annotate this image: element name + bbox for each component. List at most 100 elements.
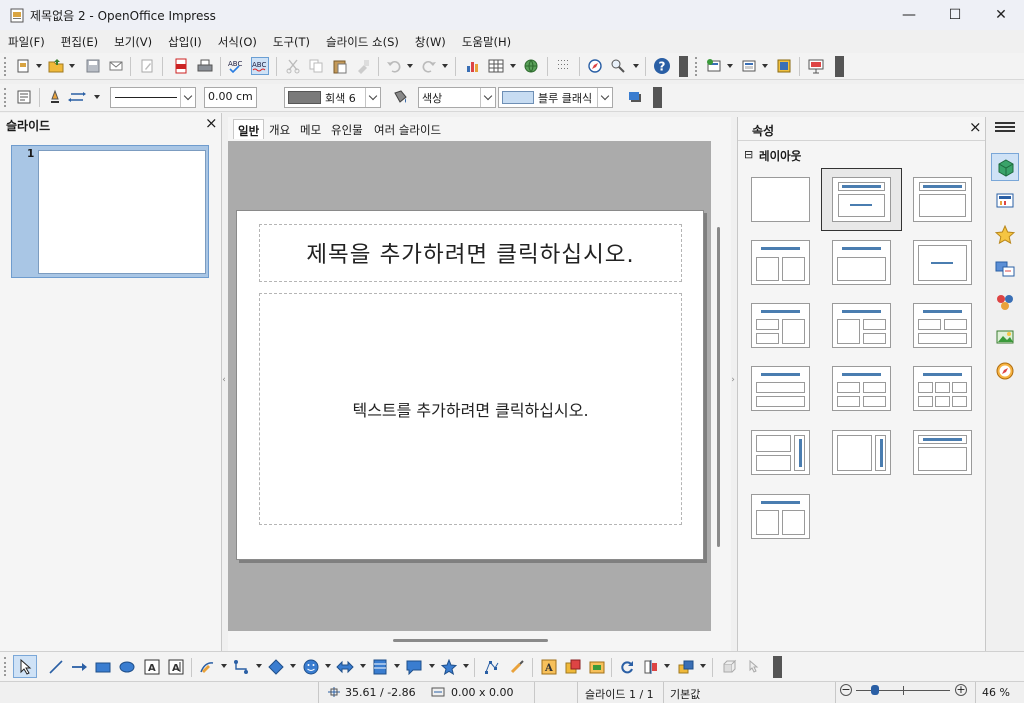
slide-transition-icon[interactable] xyxy=(995,259,1015,279)
gallery-icon[interactable] xyxy=(995,327,1015,347)
line-style-select[interactable] xyxy=(110,87,196,108)
layout-title-content[interactable] xyxy=(832,177,891,222)
layout-vertical-title-text[interactable] xyxy=(832,430,891,475)
layout-title-4-content[interactable] xyxy=(832,366,891,411)
undo-icon[interactable] xyxy=(385,57,403,75)
layout-title-2-content-over[interactable] xyxy=(913,303,972,348)
save-icon[interactable] xyxy=(84,57,102,75)
text-placeholder[interactable]: 텍스트를 추가하려면 클릭하십시오. xyxy=(259,293,682,525)
curve-icon[interactable] xyxy=(198,658,216,676)
menu-edit[interactable]: 편집(E) xyxy=(53,30,106,52)
navigator-icon[interactable] xyxy=(586,57,604,75)
rectangle-icon[interactable] xyxy=(94,658,112,676)
gallery-image-icon[interactable] xyxy=(588,658,606,676)
horizontal-scrollbar[interactable] xyxy=(393,639,548,642)
toolbar-overflow[interactable] xyxy=(835,56,844,77)
table-icon[interactable] xyxy=(487,57,505,75)
flowchart-icon[interactable] xyxy=(371,658,389,676)
menu-window[interactable]: 창(W) xyxy=(407,30,454,52)
menu-view[interactable]: 보기(V) xyxy=(106,30,160,52)
toolbar-grip[interactable] xyxy=(4,57,7,76)
area-style-select[interactable]: 색상 xyxy=(418,87,496,108)
chevron-down-icon[interactable] xyxy=(69,64,75,68)
menu-slideshow[interactable]: 슬라이드 쇼(S) xyxy=(318,30,407,52)
layout-centered-text[interactable] xyxy=(913,240,972,285)
line-icon[interactable] xyxy=(46,88,64,106)
line-width-field[interactable]: 0.00 cm xyxy=(204,87,257,108)
layout-blank[interactable] xyxy=(751,177,810,222)
callout-icon[interactable] xyxy=(405,658,423,676)
chevron-down-icon[interactable] xyxy=(510,64,516,68)
arrange-icon[interactable] xyxy=(677,658,695,676)
tab-slide-sorter[interactable]: 여러 슬라이드 xyxy=(370,119,445,139)
interaction-icon[interactable] xyxy=(744,658,762,676)
layout-title-vertical-text[interactable] xyxy=(913,430,972,475)
toolbar-overflow[interactable] xyxy=(653,87,662,108)
layout-title-2-content-alt[interactable] xyxy=(832,303,891,348)
grid-icon[interactable] xyxy=(555,57,573,75)
select-tool-button[interactable] xyxy=(13,655,37,678)
toolbar-grip[interactable] xyxy=(4,657,7,676)
styles-paint-icon[interactable] xyxy=(995,293,1015,313)
vertical-text-icon[interactable]: A xyxy=(167,658,185,676)
line-tool-icon[interactable] xyxy=(47,658,65,676)
globe-icon[interactable] xyxy=(522,57,540,75)
left-splitter-handle[interactable]: ‹ xyxy=(221,361,227,399)
layout-title-body[interactable] xyxy=(832,240,891,285)
chart-icon[interactable] xyxy=(464,57,482,75)
animation-star-icon[interactable] xyxy=(995,225,1015,245)
toolbar-grip[interactable] xyxy=(4,88,7,107)
master-page-name[interactable]: 기본값 xyxy=(670,686,700,702)
zoom-icon[interactable] xyxy=(609,57,627,75)
alignment-icon[interactable] xyxy=(642,658,660,676)
connector-icon[interactable] xyxy=(232,658,250,676)
layout-title-vertical-2-text[interactable] xyxy=(751,494,810,539)
chevron-down-icon[interactable] xyxy=(407,64,413,68)
slideshow-icon[interactable] xyxy=(807,57,825,75)
chevron-down-icon[interactable] xyxy=(325,664,331,668)
zoom-in-button[interactable]: + xyxy=(955,684,967,696)
chevron-down-icon[interactable] xyxy=(633,64,639,68)
properties-panel-close-button[interactable]: × xyxy=(969,118,982,136)
title-placeholder[interactable]: 제목을 추가하려면 클릭하십시오. xyxy=(259,224,682,282)
help-icon[interactable]: ? xyxy=(653,57,671,75)
rotate-icon[interactable] xyxy=(618,658,636,676)
chevron-down-icon[interactable] xyxy=(700,664,706,668)
slides-panel-close-button[interactable]: × xyxy=(205,114,218,132)
maximize-button[interactable]: ☐ xyxy=(932,0,978,30)
tab-handout[interactable]: 유인물 xyxy=(327,119,367,139)
master-slides-icon[interactable] xyxy=(995,191,1015,211)
spellcheck-icon[interactable]: ABC xyxy=(227,57,245,75)
slide-thumbnail-selection[interactable]: 1 xyxy=(11,145,209,278)
close-button[interactable]: ✕ xyxy=(978,0,1024,30)
autospellcheck-icon[interactable]: ABC xyxy=(251,57,269,75)
chevron-down-icon[interactable] xyxy=(480,88,495,107)
chevron-down-icon[interactable] xyxy=(221,664,227,668)
new-document-icon[interactable] xyxy=(14,57,32,75)
toolbar-overflow[interactable] xyxy=(773,656,782,678)
stars-icon[interactable] xyxy=(440,658,458,676)
styles-icon[interactable] xyxy=(15,88,33,106)
layout-title-2-content[interactable] xyxy=(751,240,810,285)
new-slide-icon[interactable] xyxy=(705,57,723,75)
symbol-shapes-icon[interactable] xyxy=(302,658,320,676)
slide-layout-icon[interactable] xyxy=(740,57,758,75)
text-box-icon[interactable]: A xyxy=(143,658,161,676)
menu-tools[interactable]: 도구(T) xyxy=(265,30,318,52)
block-arrows-icon[interactable] xyxy=(336,658,354,676)
chevron-down-icon[interactable] xyxy=(394,664,400,668)
area-color-select[interactable]: 블루 클래식 xyxy=(498,87,613,108)
redo-icon[interactable] xyxy=(420,57,438,75)
menu-help[interactable]: 도움말(H) xyxy=(454,30,519,52)
toolbar-grip[interactable] xyxy=(695,57,698,76)
menu-format[interactable]: 서식(O) xyxy=(210,30,265,52)
menu-file[interactable]: 파일(F) xyxy=(0,30,53,52)
chevron-down-icon[interactable] xyxy=(762,64,768,68)
layout-title-content-over-content[interactable] xyxy=(751,366,810,411)
sidebar-menu-icon[interactable] xyxy=(995,122,1015,124)
shadow-icon[interactable] xyxy=(626,88,644,106)
edit-points-icon[interactable] xyxy=(483,658,501,676)
zoom-level[interactable]: 46 % xyxy=(982,686,1010,699)
arrow-line-icon[interactable] xyxy=(70,658,88,676)
open-folder-icon[interactable] xyxy=(47,57,65,75)
